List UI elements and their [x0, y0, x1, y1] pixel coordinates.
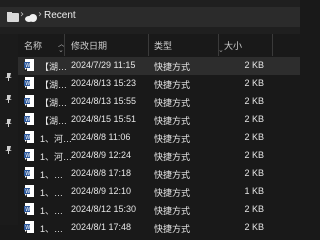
word-doc-icon: W — [24, 167, 34, 179]
word-doc-icon: W — [24, 59, 34, 71]
file-name: 1、河… — [40, 152, 73, 162]
column-type[interactable]: 类型 — [154, 39, 172, 52]
svg-text:W: W — [25, 135, 30, 141]
file-date: 2024/8/12 15:30 — [71, 204, 137, 214]
file-date: 2024/8/8 11:06 — [71, 132, 131, 142]
file-explorer-window: › › Recent ︿ 名称 ⌄ 修改日期 类型 ⌄ 大小 W 【湖… 202… — [0, 0, 300, 234]
word-doc-icon: W — [24, 185, 34, 197]
file-size: 2 KB — [244, 132, 264, 142]
address-bar: › › Recent — [0, 0, 300, 34]
file-name: 1、… — [40, 224, 64, 234]
file-name: 1、… — [40, 188, 64, 198]
chevron-right-icon: › — [38, 9, 42, 20]
pin-icon[interactable] — [4, 94, 14, 104]
chevron-down-icon[interactable]: ⌄ — [58, 46, 64, 54]
file-row[interactable]: W 【湖… 2024/8/13 15:55 快捷方式 2 KB — [18, 93, 300, 111]
file-row[interactable]: W 1、河… 2024/8/9 12:24 快捷方式 2 KB — [18, 147, 300, 165]
file-type: 快捷方式 — [154, 206, 191, 216]
column-divider[interactable] — [218, 34, 219, 56]
column-divider[interactable] — [148, 34, 149, 56]
cloud-icon[interactable] — [24, 13, 38, 22]
svg-text:W: W — [25, 81, 30, 87]
svg-text:W: W — [25, 153, 30, 159]
word-doc-icon: W — [24, 113, 34, 125]
svg-text:W: W — [25, 189, 30, 195]
file-date: 2024/7/29 11:15 — [71, 60, 136, 70]
word-doc-icon: W — [24, 203, 34, 215]
file-name: 1、… — [40, 206, 64, 216]
file-name: 【湖… — [40, 62, 68, 72]
svg-text:W: W — [25, 99, 30, 105]
pin-icon[interactable] — [4, 72, 14, 82]
file-size: 2 KB — [244, 150, 264, 160]
file-name: 【湖… — [40, 116, 68, 126]
column-name[interactable]: 名称 — [24, 39, 42, 52]
file-size: 1 KB — [244, 186, 264, 196]
word-doc-icon: W — [24, 77, 34, 89]
word-doc-icon: W — [24, 131, 34, 143]
file-size: 2 KB — [244, 114, 264, 124]
file-name: 1、… — [40, 170, 64, 180]
file-type: 快捷方式 — [154, 134, 191, 144]
file-name: 【湖… — [40, 80, 68, 90]
file-row[interactable]: W 1、河… 2024/8/8 11:06 快捷方式 2 KB — [18, 129, 300, 147]
file-type: 快捷方式 — [154, 170, 191, 180]
file-size: 2 KB — [244, 78, 264, 88]
file-row[interactable]: W 【湖… 2024/7/29 11:15 快捷方式 2 KB — [18, 57, 300, 75]
pin-icon[interactable] — [4, 118, 14, 128]
word-doc-icon: W — [24, 221, 34, 233]
file-row[interactable]: W 1、… 2024/8/8 17:18 快捷方式 2 KB — [18, 165, 300, 183]
file-type: 快捷方式 — [154, 62, 191, 72]
file-date: 2024/8/1 17:48 — [71, 222, 132, 232]
file-date: 2024/8/9 12:24 — [71, 150, 132, 160]
column-header: ︿ 名称 ⌄ 修改日期 类型 ⌄ 大小 — [18, 34, 300, 56]
breadcrumb-recent[interactable]: Recent — [44, 10, 76, 21]
file-size: 2 KB — [244, 222, 264, 232]
file-name: 1、河… — [40, 134, 73, 144]
file-row[interactable]: W 1、… 2024/8/12 15:30 快捷方式 2 KB — [18, 201, 300, 219]
svg-text:W: W — [25, 207, 30, 213]
svg-text:W: W — [25, 225, 30, 231]
file-date: 2024/8/13 15:23 — [71, 78, 137, 88]
file-type: 快捷方式 — [154, 98, 191, 108]
breadcrumb[interactable]: › › Recent — [0, 7, 300, 27]
column-divider[interactable] — [64, 34, 65, 56]
file-type: 快捷方式 — [154, 188, 191, 198]
navigation-pane — [0, 34, 18, 225]
word-doc-icon: W — [24, 95, 34, 107]
file-row[interactable]: W 1、… 2024/8/1 17:48 快捷方式 2 KB — [18, 219, 300, 237]
file-size: 2 KB — [244, 60, 264, 70]
pin-icon[interactable] — [4, 145, 14, 155]
file-date: 2024/8/9 12:10 — [71, 186, 132, 196]
file-date: 2024/8/8 17:18 — [71, 168, 132, 178]
column-divider[interactable] — [272, 34, 273, 56]
file-size: 2 KB — [244, 168, 264, 178]
file-type: 快捷方式 — [154, 152, 191, 162]
word-doc-icon: W — [24, 149, 34, 161]
file-size: 2 KB — [244, 204, 264, 214]
file-type: 快捷方式 — [154, 116, 191, 126]
file-size: 2 KB — [244, 96, 264, 106]
svg-text:W: W — [25, 117, 30, 123]
file-date: 2024/8/13 15:55 — [71, 96, 137, 106]
file-name: 【湖… — [40, 98, 68, 108]
svg-text:W: W — [25, 63, 30, 69]
file-type: 快捷方式 — [154, 224, 191, 234]
file-row[interactable]: W 1、… 2024/8/9 12:10 快捷方式 1 KB — [18, 183, 300, 201]
column-size[interactable]: 大小 — [224, 39, 242, 52]
svg-text:W: W — [25, 171, 30, 177]
column-date-modified[interactable]: 修改日期 — [71, 39, 107, 52]
file-type: 快捷方式 — [154, 80, 191, 90]
file-list: W 【湖… 2024/7/29 11:15 快捷方式 2 KB W 【湖… 20… — [18, 57, 300, 237]
file-row[interactable]: W 【湖… 2024/8/15 15:51 快捷方式 2 KB — [18, 111, 300, 129]
file-row[interactable]: W 【湖… 2024/8/13 15:23 快捷方式 2 KB — [18, 75, 300, 93]
file-date: 2024/8/15 15:51 — [71, 114, 137, 124]
